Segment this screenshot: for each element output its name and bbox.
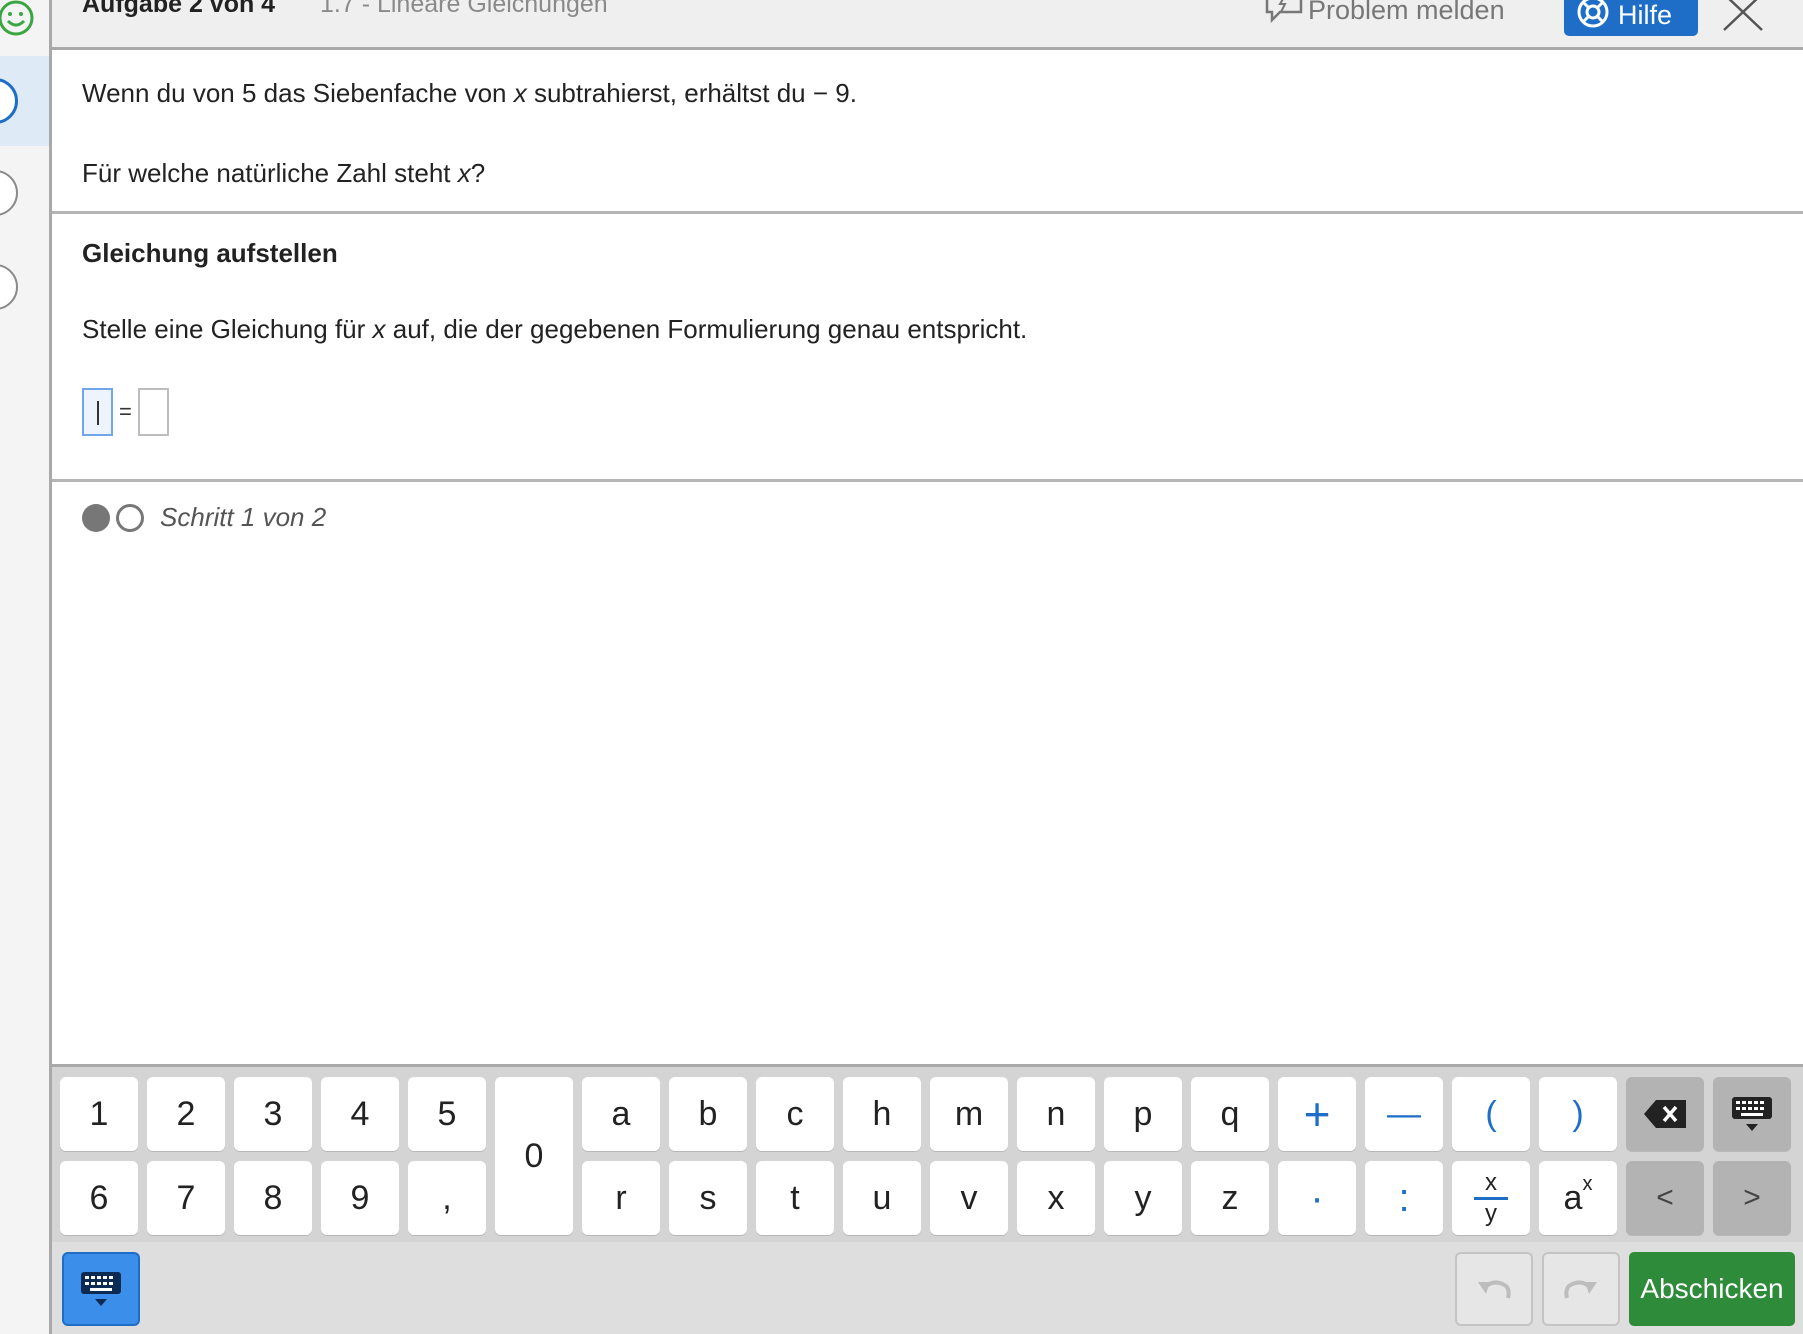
key-3[interactable]: 3 xyxy=(234,1077,312,1151)
fraction-denominator: y xyxy=(1485,1199,1497,1227)
redo-icon xyxy=(1564,1280,1597,1299)
equation-input: = xyxy=(82,388,169,436)
bottom-bar: Abschicken xyxy=(52,1242,1803,1334)
equation-right-field[interactable] xyxy=(137,388,169,436)
step-label: Schritt 1 von 2 xyxy=(160,502,327,532)
lifebuoy-icon xyxy=(1576,0,1610,36)
section-title: Gleichung aufstellen xyxy=(82,238,338,268)
key-a[interactable]: a xyxy=(582,1077,660,1151)
key-power[interactable]: ax xyxy=(1539,1161,1617,1235)
key-c[interactable]: c xyxy=(756,1077,834,1151)
equation-left-field[interactable] xyxy=(82,388,113,436)
task-title: Aufgabe 2 von 4 xyxy=(82,0,276,18)
submit-button[interactable]: Abschicken xyxy=(1629,1252,1795,1326)
task-subtitle: 1.7 - Lineare Gleichungen xyxy=(320,0,608,18)
key-u[interactable]: u xyxy=(843,1161,921,1235)
cursor-right-key[interactable]: > xyxy=(1713,1161,1791,1235)
key-7[interactable]: 7 xyxy=(147,1161,225,1235)
key-y[interactable]: y xyxy=(1104,1161,1182,1235)
equals-sign: = xyxy=(119,399,132,424)
text-caret xyxy=(97,401,99,425)
key-p[interactable]: p xyxy=(1104,1077,1182,1151)
hide-keyboard-key[interactable] xyxy=(1713,1077,1791,1151)
key-s[interactable]: s xyxy=(669,1161,747,1235)
key-left-paren[interactable]: ( xyxy=(1452,1077,1530,1151)
key-comma[interactable]: , xyxy=(408,1161,486,1235)
power-exponent: x xyxy=(1582,1173,1593,1195)
section-instruction: Stelle eine Gleichung für x auf, die der… xyxy=(82,314,1028,344)
key-0[interactable]: 0 xyxy=(495,1077,573,1235)
key-h[interactable]: h xyxy=(843,1077,921,1151)
key-t[interactable]: t xyxy=(756,1161,834,1235)
key-q[interactable]: q xyxy=(1191,1077,1269,1151)
key-minus[interactable]: — xyxy=(1365,1077,1443,1151)
key-9[interactable]: 9 xyxy=(321,1161,399,1235)
key-z[interactable]: z xyxy=(1191,1161,1269,1235)
key-1[interactable]: 1 xyxy=(60,1077,138,1151)
cursor-left-key[interactable]: < xyxy=(1626,1161,1704,1235)
key-r[interactable]: r xyxy=(582,1161,660,1235)
key-v[interactable]: v xyxy=(930,1161,1008,1235)
power-base: a xyxy=(1563,1178,1583,1217)
smiley-icon xyxy=(0,0,40,45)
keyboard-toggle-button[interactable] xyxy=(62,1252,140,1326)
report-label: Problem melden xyxy=(1308,0,1505,25)
help-button[interactable]: Hilfe xyxy=(1564,0,1698,36)
task-rail xyxy=(0,0,52,1334)
header-bar: Aufgabe 2 von 4 1.7 - Lineare Gleichunge… xyxy=(52,0,1803,50)
report-problem-button[interactable]: Problem melden xyxy=(1264,0,1505,31)
key-5[interactable]: 5 xyxy=(408,1077,486,1151)
key-6[interactable]: 6 xyxy=(60,1161,138,1235)
backspace-icon xyxy=(1644,1100,1686,1128)
step-dot-1 xyxy=(82,503,110,532)
question-line-2: Für welche natürliche Zahl steht x? xyxy=(82,158,486,188)
undo-icon xyxy=(1478,1280,1511,1299)
question-block: Wenn du von 5 das Siebenfache von x subt… xyxy=(52,50,1803,214)
math-keyboard: 1 2 3 4 5 0 a b c h m n p q + — ( ) 6 7 … xyxy=(52,1064,1803,1242)
report-icon xyxy=(1264,0,1304,31)
undo-button[interactable] xyxy=(1455,1252,1533,1326)
help-label: Hilfe xyxy=(1618,0,1673,30)
keyboard-icon xyxy=(81,1272,121,1306)
task-3-indicator[interactable] xyxy=(0,170,18,216)
keyboard-hide-icon xyxy=(1732,1097,1772,1131)
fraction-numerator: x xyxy=(1485,1168,1497,1196)
key-n[interactable]: n xyxy=(1017,1077,1095,1151)
key-b[interactable]: b xyxy=(669,1077,747,1151)
question-line-1: Wenn du von 5 das Siebenfache von x subt… xyxy=(82,78,857,108)
key-8[interactable]: 8 xyxy=(234,1161,312,1235)
close-button[interactable] xyxy=(1718,0,1768,32)
key-divide[interactable]: : xyxy=(1365,1161,1443,1235)
backspace-key[interactable] xyxy=(1626,1077,1704,1151)
task-content: Wenn du von 5 das Siebenfache von x subt… xyxy=(52,50,1803,532)
step-progress: Schritt 1 von 2 xyxy=(82,502,326,533)
key-4[interactable]: 4 xyxy=(321,1077,399,1151)
key-x[interactable]: x xyxy=(1017,1161,1095,1235)
equation-section: Gleichung aufstellen Stelle eine Gleichu… xyxy=(52,214,1803,482)
key-right-paren[interactable]: ) xyxy=(1539,1077,1617,1151)
key-2[interactable]: 2 xyxy=(147,1077,225,1151)
key-multiply[interactable]: · xyxy=(1278,1161,1356,1235)
key-plus[interactable]: + xyxy=(1278,1077,1356,1151)
key-fraction[interactable]: x y xyxy=(1452,1161,1530,1235)
close-icon xyxy=(1723,0,1763,31)
step-dot-2 xyxy=(116,503,144,532)
key-m[interactable]: m xyxy=(930,1077,1008,1151)
redo-button[interactable] xyxy=(1542,1252,1620,1326)
task-4-indicator[interactable] xyxy=(0,264,18,310)
